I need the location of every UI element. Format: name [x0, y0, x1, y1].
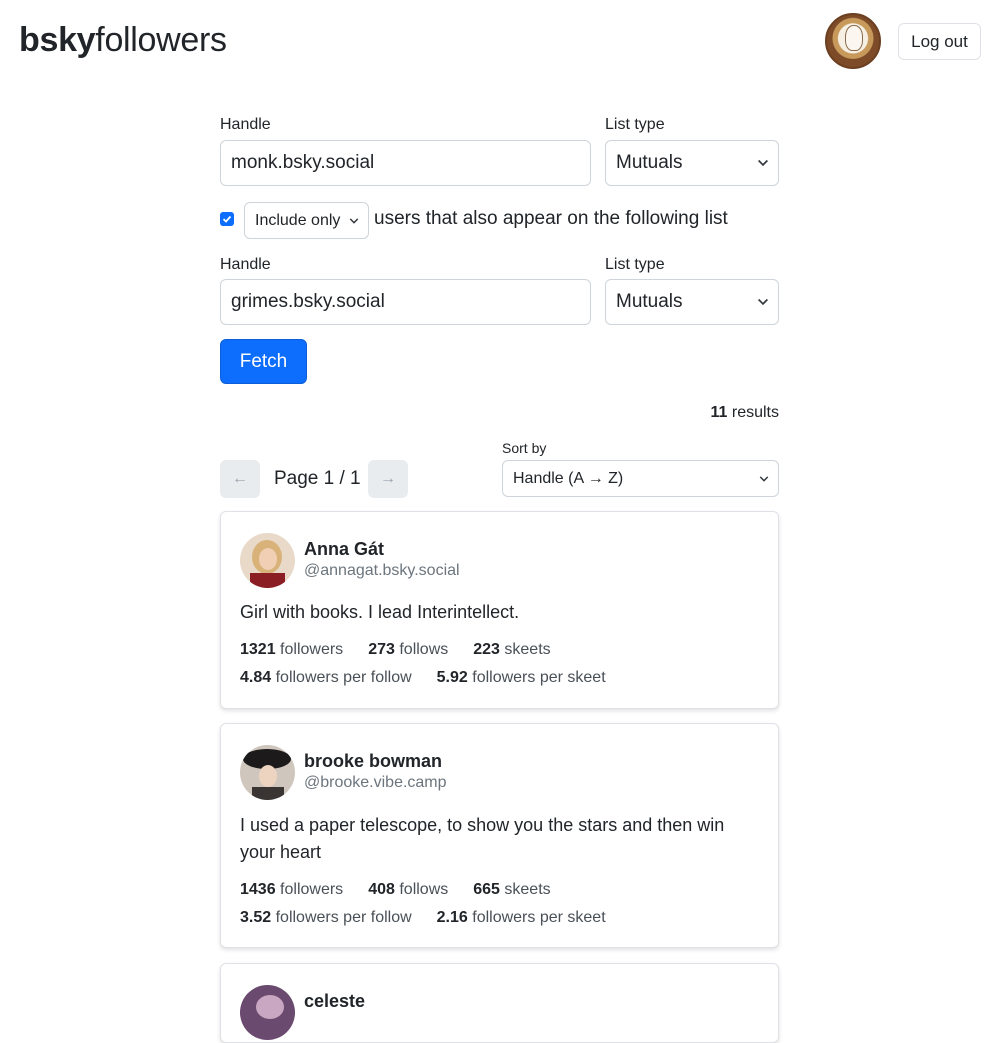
user-avatar-image — [240, 745, 295, 800]
follows-count: 273 — [368, 641, 395, 658]
user-avatar[interactable] — [240, 745, 295, 800]
follows-text: follows — [399, 641, 449, 658]
secondary-list-type-value: Mutuals — [616, 291, 683, 312]
user-stats-row: 1436 followers 408 follows 665 skeets — [240, 881, 576, 899]
user-handle[interactable]: @annagat.bsky.social — [304, 562, 460, 580]
results-count-suffix: results — [731, 404, 779, 421]
sort-label: Sort by — [502, 440, 547, 456]
filter-checkbox[interactable] — [220, 212, 234, 226]
fetch-button[interactable]: Fetch — [220, 339, 307, 384]
followers-per-skeet-text: followers per skeet — [472, 669, 606, 686]
sort-select[interactable]: Handle (A → Z) — [502, 460, 779, 497]
results-count: 11 results — [711, 404, 780, 422]
follows-count: 408 — [368, 881, 395, 898]
chevron-down-icon — [758, 298, 768, 306]
followers-text: followers — [280, 881, 344, 898]
filter-description: users that also appear on the following … — [374, 208, 728, 229]
list-type-select[interactable]: Mutuals — [605, 140, 779, 186]
list-type-label: List type — [605, 116, 665, 133]
user-bio: I used a paper telescope, to show you th… — [240, 815, 725, 862]
followers-stat: 1321 followers — [240, 641, 343, 658]
checkmark-icon — [222, 215, 232, 223]
handle-input[interactable]: monk.bsky.social — [220, 140, 591, 186]
avatar-face-illustration — [845, 25, 863, 51]
followers-count: 1321 — [240, 641, 276, 658]
results-count-number: 11 — [710, 404, 728, 421]
follows-text: follows — [399, 881, 449, 898]
skeets-stat: 665 skeets — [473, 881, 550, 898]
chevron-down-icon — [759, 475, 769, 482]
user-ratio-row: 4.84 followers per follow 5.92 followers … — [240, 669, 631, 687]
user-handle[interactable]: @brooke.vibe.camp — [304, 774, 447, 792]
secondary-handle-input[interactable]: grimes.bsky.social — [220, 279, 591, 325]
followers-stat: 1436 followers — [240, 881, 343, 898]
user-avatar-image — [240, 985, 295, 1040]
current-user-avatar[interactable] — [825, 13, 881, 69]
user-avatar[interactable] — [240, 985, 295, 1040]
user-avatar-image — [240, 533, 295, 588]
filter-mode-select[interactable]: Include only — [244, 202, 369, 239]
followers-text: followers — [280, 641, 344, 658]
user-avatar[interactable] — [240, 533, 295, 588]
followers-per-follow-text: followers per follow — [275, 669, 412, 686]
followers-per-follow-value: 3.52 — [240, 909, 272, 926]
followers-per-follow-value: 4.84 — [240, 669, 272, 686]
skeets-count: 223 — [473, 641, 500, 658]
list-type-value: Mutuals — [616, 152, 683, 173]
logo-light-text: followers — [95, 21, 227, 59]
user-name[interactable]: Anna Gát — [304, 539, 384, 560]
prev-page-button[interactable]: ← — [220, 460, 260, 498]
arrow-right-icon: → — [380, 470, 396, 487]
page-indicator: Page 1 / 1 — [274, 468, 361, 489]
followers-per-follow-stat: 4.84 followers per follow — [240, 669, 412, 686]
skeets-text: skeets — [504, 881, 551, 898]
skeets-stat: 223 skeets — [473, 641, 550, 658]
followers-per-skeet-value: 2.16 — [436, 909, 468, 926]
user-name[interactable]: celeste — [304, 991, 365, 1012]
secondary-handle-label: Handle — [220, 256, 271, 273]
user-bio: Girl with books. I lead Interintellect. — [240, 602, 520, 622]
follows-stat: 408 follows — [368, 881, 448, 898]
followers-per-skeet-value: 5.92 — [436, 669, 468, 686]
user-card[interactable]: brooke bowman @brooke.vibe.camp I used a… — [220, 723, 779, 948]
chevron-down-icon — [349, 217, 359, 224]
followers-per-skeet-stat: 5.92 followers per skeet — [437, 669, 606, 686]
arrow-left-icon: ← — [232, 470, 248, 487]
skeets-count: 665 — [473, 881, 500, 898]
followers-per-skeet-text: followers per skeet — [472, 909, 606, 926]
logo-bold-text: bsky — [19, 21, 96, 59]
handle-label: Handle — [220, 116, 271, 133]
user-stats-row: 1321 followers 273 follows 223 skeets — [240, 641, 576, 659]
sort-value: Handle (A → Z) — [513, 469, 624, 487]
secondary-list-type-label: List type — [605, 256, 665, 273]
followers-count: 1436 — [240, 881, 276, 898]
user-name[interactable]: brooke bowman — [304, 751, 442, 772]
followers-per-skeet-stat: 2.16 followers per skeet — [437, 909, 606, 926]
filter-mode-value: Include only — [255, 211, 341, 229]
followers-per-follow-text: followers per follow — [275, 909, 412, 926]
user-card[interactable]: Anna Gát @annagat.bsky.social Girl with … — [220, 511, 779, 709]
follows-stat: 273 follows — [368, 641, 448, 658]
chevron-down-icon — [758, 159, 768, 167]
skeets-text: skeets — [504, 641, 551, 658]
user-ratio-row: 3.52 followers per follow 2.16 followers … — [240, 909, 631, 927]
logout-button[interactable]: Log out — [898, 23, 981, 60]
user-card[interactable]: celeste — [220, 963, 779, 1043]
secondary-list-type-select[interactable]: Mutuals — [605, 279, 779, 325]
followers-per-follow-stat: 3.52 followers per follow — [240, 909, 412, 926]
next-page-button[interactable]: → — [368, 460, 408, 498]
app-logo[interactable]: bskyfollowers — [19, 20, 227, 60]
